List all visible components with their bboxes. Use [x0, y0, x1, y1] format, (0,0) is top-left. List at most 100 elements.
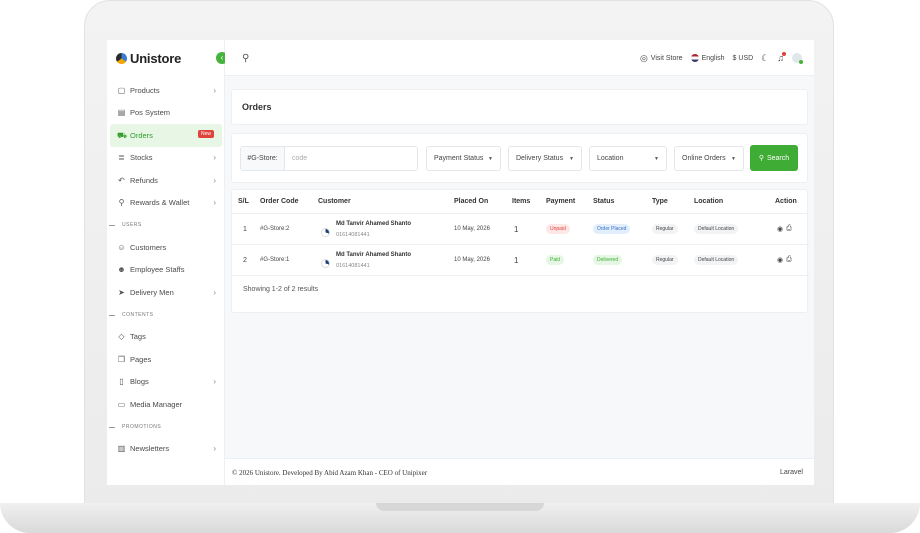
sidebar-item-rewards-wallet[interactable]: ⚲ Rewards & Wallet › [110, 192, 222, 215]
type-cell: Regular [652, 214, 678, 244]
delivery-status-label: Delivery Status [516, 155, 564, 162]
sidebar-item-pos-system[interactable]: ▤ Pos System [110, 102, 222, 125]
sidebar-item-tags[interactable]: ◇ Tags [110, 326, 222, 349]
row-sl: 1 [243, 225, 247, 233]
sidebar-item-blogs[interactable]: ▯ Blogs › [110, 371, 222, 394]
tag-icon: ◇ [118, 332, 125, 342]
location-select[interactable]: Location ▼ [589, 146, 667, 171]
users-icon: ☺ [117, 242, 126, 252]
status-cell: Order Placed [593, 214, 631, 244]
page-title-card: Orders [231, 89, 808, 125]
col-header: Customer [318, 198, 351, 205]
status-badge: Delivered [593, 255, 623, 265]
col-header: Status [593, 198, 615, 205]
sidebar-item-customers[interactable]: ☺ Customers [110, 236, 222, 259]
order-code-input[interactable] [285, 147, 417, 170]
sidebar-item-delivery-men[interactable]: ➤ Delivery Men › [110, 281, 222, 304]
payment-status-select[interactable]: Payment Status ▼ [426, 146, 501, 171]
caret-down-icon: ▼ [654, 156, 659, 162]
award-icon: ⚲ [118, 198, 125, 208]
customer-cell[interactable]: Md Tanvir Ahamed Shanto 01614081441 [321, 214, 411, 244]
eye-icon[interactable]: ◉ [777, 256, 783, 264]
items-count: 1 [514, 224, 519, 234]
col-header: Items [512, 198, 531, 205]
section-label-promotions: PROMOTIONS [109, 416, 222, 438]
search-icon[interactable]: ⚲ [242, 53, 249, 64]
brand-name: Unistore [130, 51, 182, 66]
language-selector[interactable]: English [690, 54, 725, 62]
cart-icon: ⛟ [117, 130, 128, 140]
printer-icon[interactable]: ⎙ [786, 225, 792, 233]
printer-icon[interactable]: ⎙ [786, 256, 792, 264]
sidebar-item-media-manager[interactable]: ▭ Media Manager [110, 393, 222, 416]
sidebar-item-refunds[interactable]: ↶ Refunds › [110, 169, 222, 192]
chevron-right-icon: › [213, 444, 216, 454]
sidebar-item-employee-staffs[interactable]: ☻ Employee Staffs [110, 259, 222, 282]
undo-icon: ↶ [118, 175, 125, 185]
sidebar-item-label: Pages [130, 354, 152, 364]
chevron-right-icon: › [213, 198, 216, 208]
app-screen: Unistore ▢ Products › ▤ Pos System ⛟ Ord… [107, 40, 814, 485]
top-header: ⚲ ◎ Visit Store English $ USD ☾ ♫ [225, 40, 814, 76]
file-icon: ▯ [119, 377, 124, 387]
sidebar-item-label: Orders [130, 130, 153, 140]
sidebar-item-orders[interactable]: ⛟ Orders New [110, 124, 222, 147]
chevron-right-icon: › [213, 175, 216, 185]
status-badge: Order Placed [593, 224, 631, 234]
sidebar-item-pages[interactable]: ❐ Pages [110, 348, 222, 371]
sidebar-item-products[interactable]: ▢ Products › [110, 79, 222, 102]
sidebar-item-label: Blogs [130, 377, 149, 387]
visit-store-label: Visit Store [650, 54, 683, 62]
map-icon: ▥ [117, 444, 126, 454]
sidebar-item-newsletters[interactable]: ▥ Newsletters › [110, 438, 222, 461]
sidebar-item-label: Stocks [130, 153, 153, 163]
box-icon: ▢ [117, 85, 126, 95]
eye-icon[interactable]: ◉ [777, 225, 783, 233]
currency-selector[interactable]: $ USD [733, 55, 754, 62]
customer-avatar [321, 258, 330, 268]
brand[interactable]: Unistore [116, 51, 181, 66]
customer-cell[interactable]: Md Tanvir Ahamed Shanto 01614081441 [321, 245, 411, 275]
search-button-label: Search [766, 154, 790, 162]
col-header: Placed On [454, 198, 489, 205]
col-header: S/L [238, 198, 249, 205]
customer-phone: 01614081441 [336, 231, 370, 238]
caret-down-icon: ▼ [731, 156, 736, 162]
caret-down-icon: ▼ [569, 156, 574, 162]
table-row[interactable]: 2 #G-Store:1 Md Tanvir Ahamed Shanto 016… [232, 245, 809, 276]
pagination-summary: Showing 1-2 of 2 results [243, 286, 319, 293]
dark-mode-toggle[interactable]: ☾ [761, 53, 769, 64]
bell-icon[interactable]: ♫ [777, 52, 786, 63]
delivery-status-select[interactable]: Delivery Status ▼ [508, 146, 582, 171]
placed-on: 10 May, 2026 [454, 257, 490, 263]
location-cell: Default Location [694, 214, 739, 244]
folder-icon: ▭ [117, 399, 126, 409]
sidebar-item-stocks[interactable]: ≣ Stocks › [110, 147, 222, 170]
payment-status-label: Payment Status [434, 155, 484, 162]
sidebar-item-label: Refunds [130, 175, 158, 185]
brand-logo-icon [116, 53, 127, 64]
type-cell: Regular [652, 245, 678, 275]
order-code[interactable]: #G-Store:1 [260, 245, 289, 275]
location-badge: Default Location [694, 255, 739, 265]
order-code-group: #G-Store: [240, 146, 418, 171]
search-button[interactable]: ⚲ Search [750, 145, 798, 171]
order-code[interactable]: #G-Store:2 [260, 214, 289, 244]
filter-bar: #G-Store: Payment Status ▼ Delivery Stat… [231, 133, 808, 183]
user-check-icon: ☻ [117, 265, 126, 275]
section-label-users: USERS [109, 214, 222, 236]
visit-store-link[interactable]: ◎ Visit Store [640, 53, 683, 64]
order-source-select[interactable]: Online Orders ▼ [674, 146, 744, 171]
table-row[interactable]: 1 #G-Store:2 Md Tanvir Ahamed Shanto 016… [232, 214, 809, 245]
store-prefix: #G-Store: [241, 147, 285, 170]
payment-badge: Paid [546, 255, 565, 265]
sidebar: Unistore ▢ Products › ▤ Pos System ⛟ Ord… [107, 40, 225, 485]
footer-copyright: © 2026 Unistore. Developed By Abid Azam … [232, 469, 428, 477]
us-flag-icon [690, 54, 699, 62]
location-cell: Default Location [694, 245, 739, 275]
avatar[interactable] [792, 53, 803, 64]
col-header: Order Code [260, 198, 299, 205]
language-label: English [701, 54, 725, 62]
chevron-right-icon: › [213, 153, 216, 163]
globe-icon: ◎ [639, 52, 648, 63]
